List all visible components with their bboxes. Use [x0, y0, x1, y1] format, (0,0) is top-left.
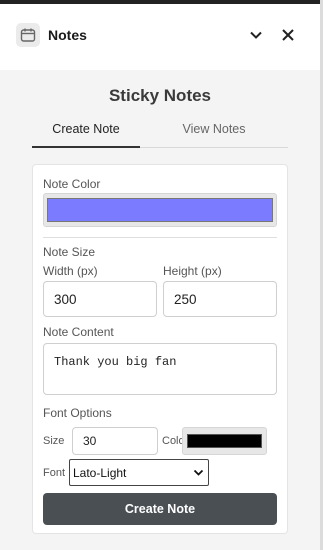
font-family-label: Font [43, 467, 66, 479]
create-note-button[interactable]: Create Note [43, 493, 277, 525]
chevron-down-icon[interactable] [244, 23, 268, 47]
font-size-input[interactable]: 30 [72, 427, 158, 455]
tab-create-note[interactable]: Create Note [32, 122, 140, 148]
create-note-form: Note Color Note Size Width (px) Height (… [32, 164, 288, 534]
font-color-swatch [187, 434, 262, 448]
note-color-label: Note Color [43, 177, 101, 191]
width-label: Width (px) [43, 264, 98, 278]
note-content-textarea[interactable]: Thank you big fan [43, 343, 277, 395]
note-color-swatch [47, 198, 273, 222]
notes-app-icon [16, 23, 40, 47]
height-input[interactable]: 250 [163, 281, 277, 317]
note-size-label: Note Size [43, 245, 96, 259]
close-icon[interactable] [276, 23, 300, 47]
panel-title: Sticky Notes [108, 86, 212, 105]
font-size-label: Size [43, 435, 65, 447]
font-color-picker[interactable] [182, 427, 267, 455]
height-label: Height (px) [163, 264, 222, 278]
note-color-picker[interactable] [43, 193, 277, 227]
tab-view-notes[interactable]: View Notes [140, 122, 288, 148]
width-input[interactable]: 300 [43, 281, 157, 317]
chevron-down-icon [193, 469, 204, 476]
font-family-value: Lato-Light [73, 465, 127, 480]
section-divider [43, 237, 277, 238]
font-family-select[interactable]: Lato-Light [69, 459, 209, 486]
notes-panel: Sticky Notes Create Note View Notes Note… [0, 70, 320, 550]
font-options-label: Font Options [43, 406, 112, 420]
note-content-label: Note Content [43, 325, 114, 339]
extension-header: Notes [0, 4, 320, 70]
app-title: Notes [48, 27, 87, 43]
